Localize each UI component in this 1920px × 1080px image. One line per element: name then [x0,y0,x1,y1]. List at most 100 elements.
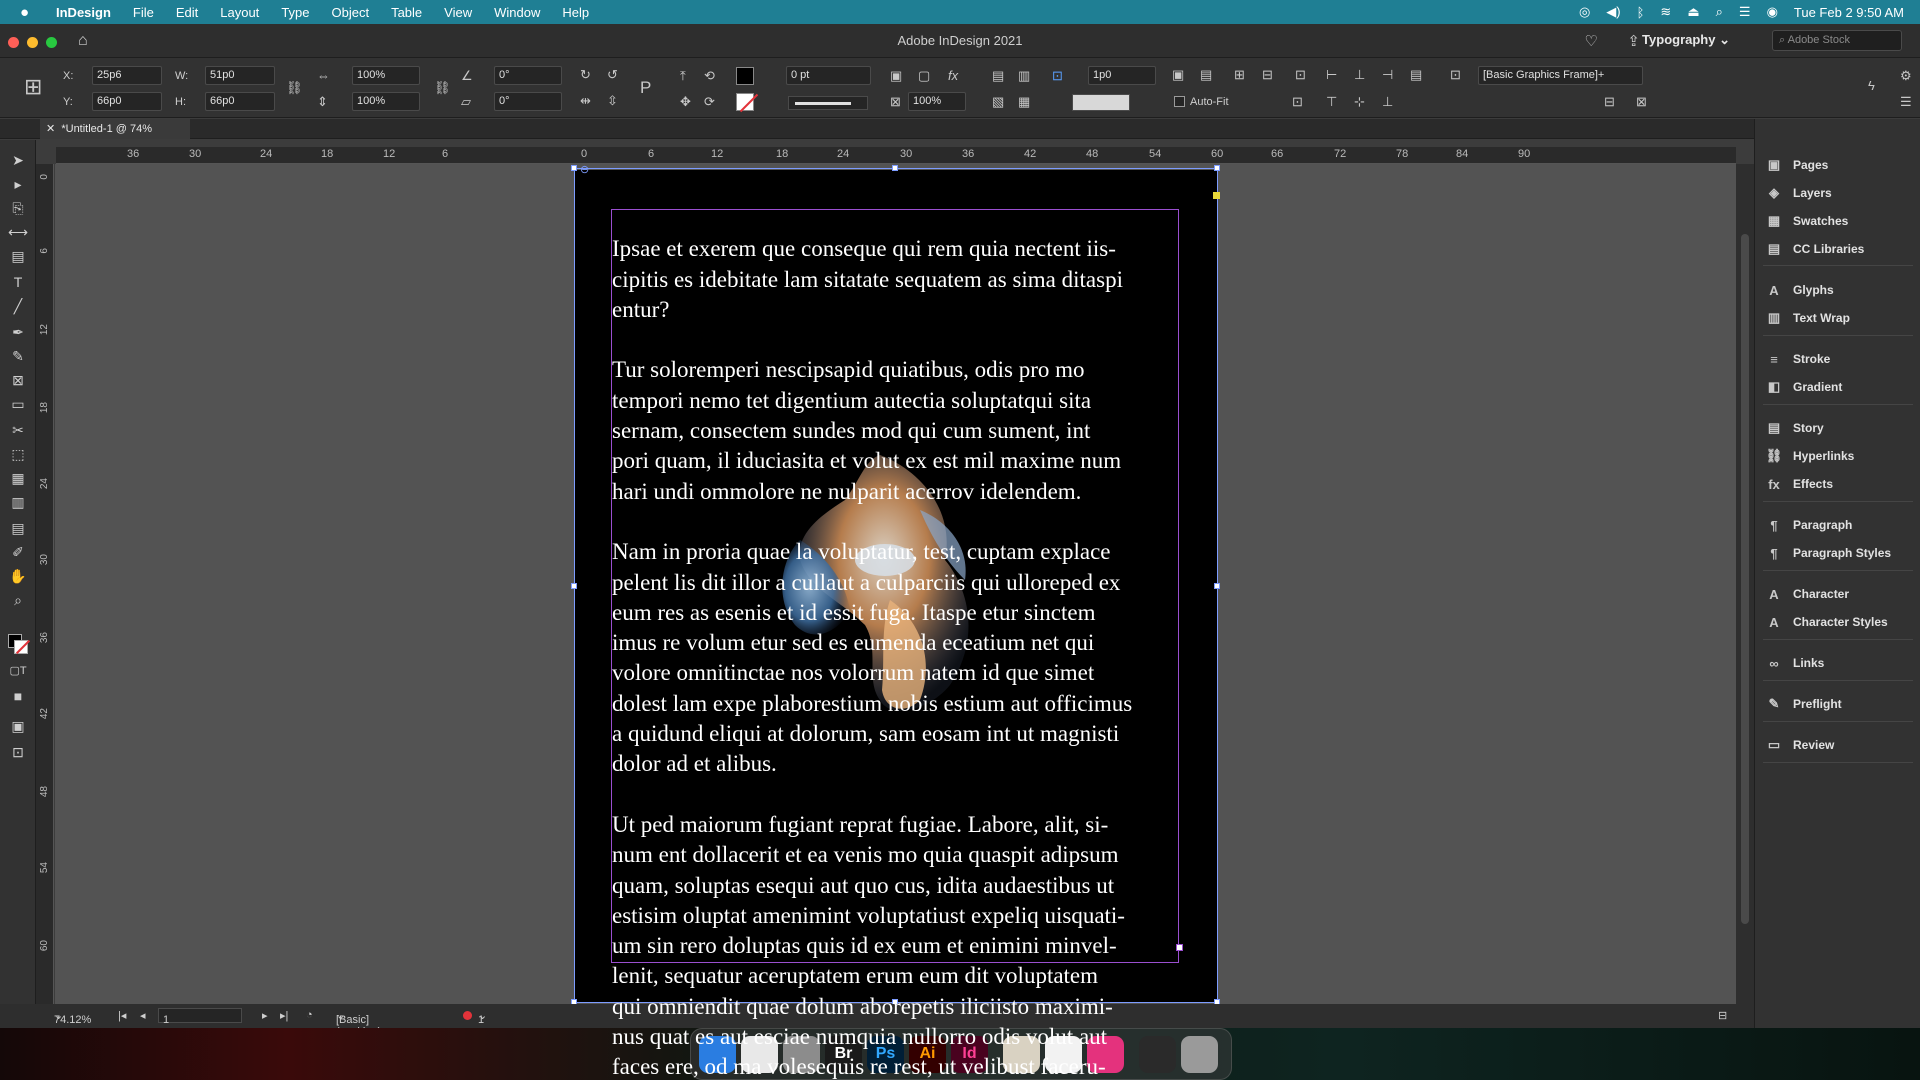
menu-object[interactable]: Object [332,5,370,20]
content-collector-tool-icon[interactable]: ▤ [8,248,28,268]
selection-tool-icon[interactable]: ➤ [8,152,28,172]
resize-handle-right[interactable] [1214,583,1220,589]
constrain-proportions-icon[interactable]: ⛓ [286,80,303,96]
resize-handle-top[interactable] [892,165,898,171]
resize-handle-top-right[interactable] [1214,165,1220,171]
panel-links[interactable]: ∞ Links [1765,652,1915,674]
resize-handle-left[interactable] [571,583,577,589]
panel-layers[interactable]: ◈ Layers [1765,182,1915,204]
wifi-off-icon[interactable]: ≋ [1660,4,1671,20]
distribute-icon[interactable]: ▤ [1410,67,1422,83]
screen-mode-icon[interactable]: ▣ [8,718,28,738]
direct-selection-tool-icon[interactable]: ▸ [8,176,28,196]
note-tool-icon[interactable]: ▤ [8,520,28,540]
last-page-icon[interactable]: ▸| [280,1009,288,1022]
center-content-icon[interactable]: ⊡ [1292,94,1303,110]
frame-fitting-icon[interactable]: ⊡ [1052,68,1063,84]
align-bottom-icon[interactable]: ⊥ [1382,94,1393,110]
fill-proportionally-icon[interactable]: ⊞ [1234,67,1245,83]
trash-dock-icon[interactable] [1181,1035,1218,1073]
app-menu[interactable]: InDesign [56,5,111,20]
wrap-jump-icon[interactable]: ▧ [992,94,1004,110]
x-field[interactable]: 25p6 [92,66,162,85]
menu-window[interactable]: Window [494,5,540,20]
height-field[interactable]: 66p0 [205,92,275,111]
wrap-column-icon[interactable]: ▦ [1018,94,1030,110]
select-container-icon[interactable]: ⤒ [680,68,686,84]
panel-review[interactable]: ▭ Review [1765,734,1915,756]
menu-file[interactable]: File [133,5,154,20]
vertical-ruler[interactable]: 0 6 12 18 24 30 36 42 48 54 60 [36,164,54,1020]
gradient-feather-tool-icon[interactable]: ▥ [8,494,28,514]
menu-table[interactable]: Table [391,5,422,20]
quick-apply-lightning-icon[interactable]: ϟ [1868,78,1875,93]
scale-y-field[interactable]: 100% [352,92,420,111]
panel-cc-libraries[interactable]: ▤ CC Libraries [1765,238,1915,260]
volume-icon[interactable]: ◀) [1606,4,1620,20]
constrain-scale-icon[interactable]: ⛓ [434,80,451,96]
shear-field[interactable]: 0° [494,92,562,111]
type-tool-icon[interactable]: T [8,274,28,294]
frame-icon[interactable]: ▢ [918,68,930,84]
rotate-cw-icon[interactable]: ↻ [580,67,591,83]
formatting-affects-container-icon[interactable]: ▢T [8,664,28,684]
rotate-ccw-icon[interactable]: ↺ [607,67,618,83]
align-center-icon[interactable]: ⊥ [1354,67,1365,83]
panel-gradient[interactable]: ◧ Gradient [1765,376,1915,398]
align-right-icon[interactable]: ⊣ [1382,67,1393,83]
preflight-toggle-icon[interactable]: ◔ [306,1009,313,1021]
menu-view[interactable]: View [444,5,472,20]
eyedropper-tool-icon[interactable]: ✐ [8,544,28,564]
fill-swatch[interactable] [736,67,754,85]
resize-handle-top-left[interactable] [571,165,577,171]
lightbulb-icon[interactable]: ♡ [1585,32,1598,50]
reference-point-icon[interactable]: ⊞ [24,74,42,100]
panel-hyperlinks[interactable]: ⛓ Hyperlinks [1765,445,1915,467]
zoom-level[interactable]: 74.12% ⌄ [54,1009,91,1026]
panel-menu-icon[interactable]: ☰ [1900,94,1912,110]
spotlight-search-icon[interactable]: ⌕ [1716,4,1723,20]
align-top-icon[interactable]: ⊤ [1326,94,1337,110]
clock[interactable]: Tue Feb 2 9:50 AM [1794,5,1904,20]
page-tool-icon[interactable]: ⎘ [8,200,28,220]
fit-proportionally-icon[interactable]: ⊟ [1262,67,1273,83]
creative-cloud-icon[interactable]: ◎ [1579,4,1590,20]
flip-horizontal-icon[interactable]: ⇹ [580,93,591,109]
text-wrap-bbox-icon[interactable]: ▥ [1018,68,1030,84]
panel-glyphs[interactable]: A Glyphs [1765,279,1915,301]
panel-paragraph[interactable]: ¶ Paragraph [1765,514,1915,536]
preflight-errors[interactable]: 1 error ⌄ [478,1009,501,1038]
rectangle-frame-tool-icon[interactable]: ⊠ [8,372,28,392]
gradient-swatch-tool-icon[interactable]: ▦ [8,470,28,490]
panel-pages[interactable]: ▣ Pages [1765,154,1915,176]
panel-story[interactable]: ▤ Story [1765,417,1915,439]
panel-character-styles[interactable]: A Character Styles [1765,611,1915,633]
align-middle-icon[interactable]: ⊹ [1354,94,1365,110]
panel-preflight[interactable]: ✎ Preflight [1765,693,1915,715]
stroke-type-select[interactable] [788,96,868,110]
selection-container-icon[interactable]: P [640,78,651,98]
stroke-weight-field[interactable]: 0 pt [786,66,871,85]
hand-tool-icon[interactable]: ✋ [8,568,28,588]
drop-shadow-icon[interactable]: ▣ [890,68,902,84]
object-style-select[interactable]: [Basic Graphics Frame]+ [1478,66,1643,85]
rectangle-tool-icon[interactable]: ▭ [8,396,28,416]
free-transform-tool-icon[interactable]: ⬚ [8,446,28,466]
rotation-field[interactable]: 0° [494,66,562,85]
eject-icon[interactable]: ⏏ [1687,4,1699,20]
share-icon[interactable]: ⇪ [1627,32,1640,50]
page-number-field[interactable]: 1 [158,1008,242,1026]
menu-help[interactable]: Help [562,5,589,20]
panel-swatches[interactable]: ▦ Swatches [1765,210,1915,232]
menu-type[interactable]: Type [281,5,309,20]
panel-paragraph-styles[interactable]: ¶ Paragraph Styles [1765,542,1915,564]
frame-inset-field[interactable]: 1p0 [1088,66,1156,85]
align-left-icon[interactable]: ⊢ [1326,67,1337,83]
adobe-stock-search[interactable]: ⌕ Adobe Stock [1772,30,1902,51]
line-tool-icon[interactable]: ╱ [8,298,28,318]
panel-text-wrap[interactable]: ▥ Text Wrap [1765,307,1915,329]
horizontal-ruler[interactable]: 36 30 24 18 12 6 0 6 12 18 24 30 36 42 48 54 60 66 72 78 84 9… [56,147,1736,164]
center-icon[interactable]: ⊡ [1295,67,1306,83]
pencil-tool-icon[interactable]: ✎ [8,348,28,368]
apple-menu-icon[interactable]: ● [20,4,38,21]
